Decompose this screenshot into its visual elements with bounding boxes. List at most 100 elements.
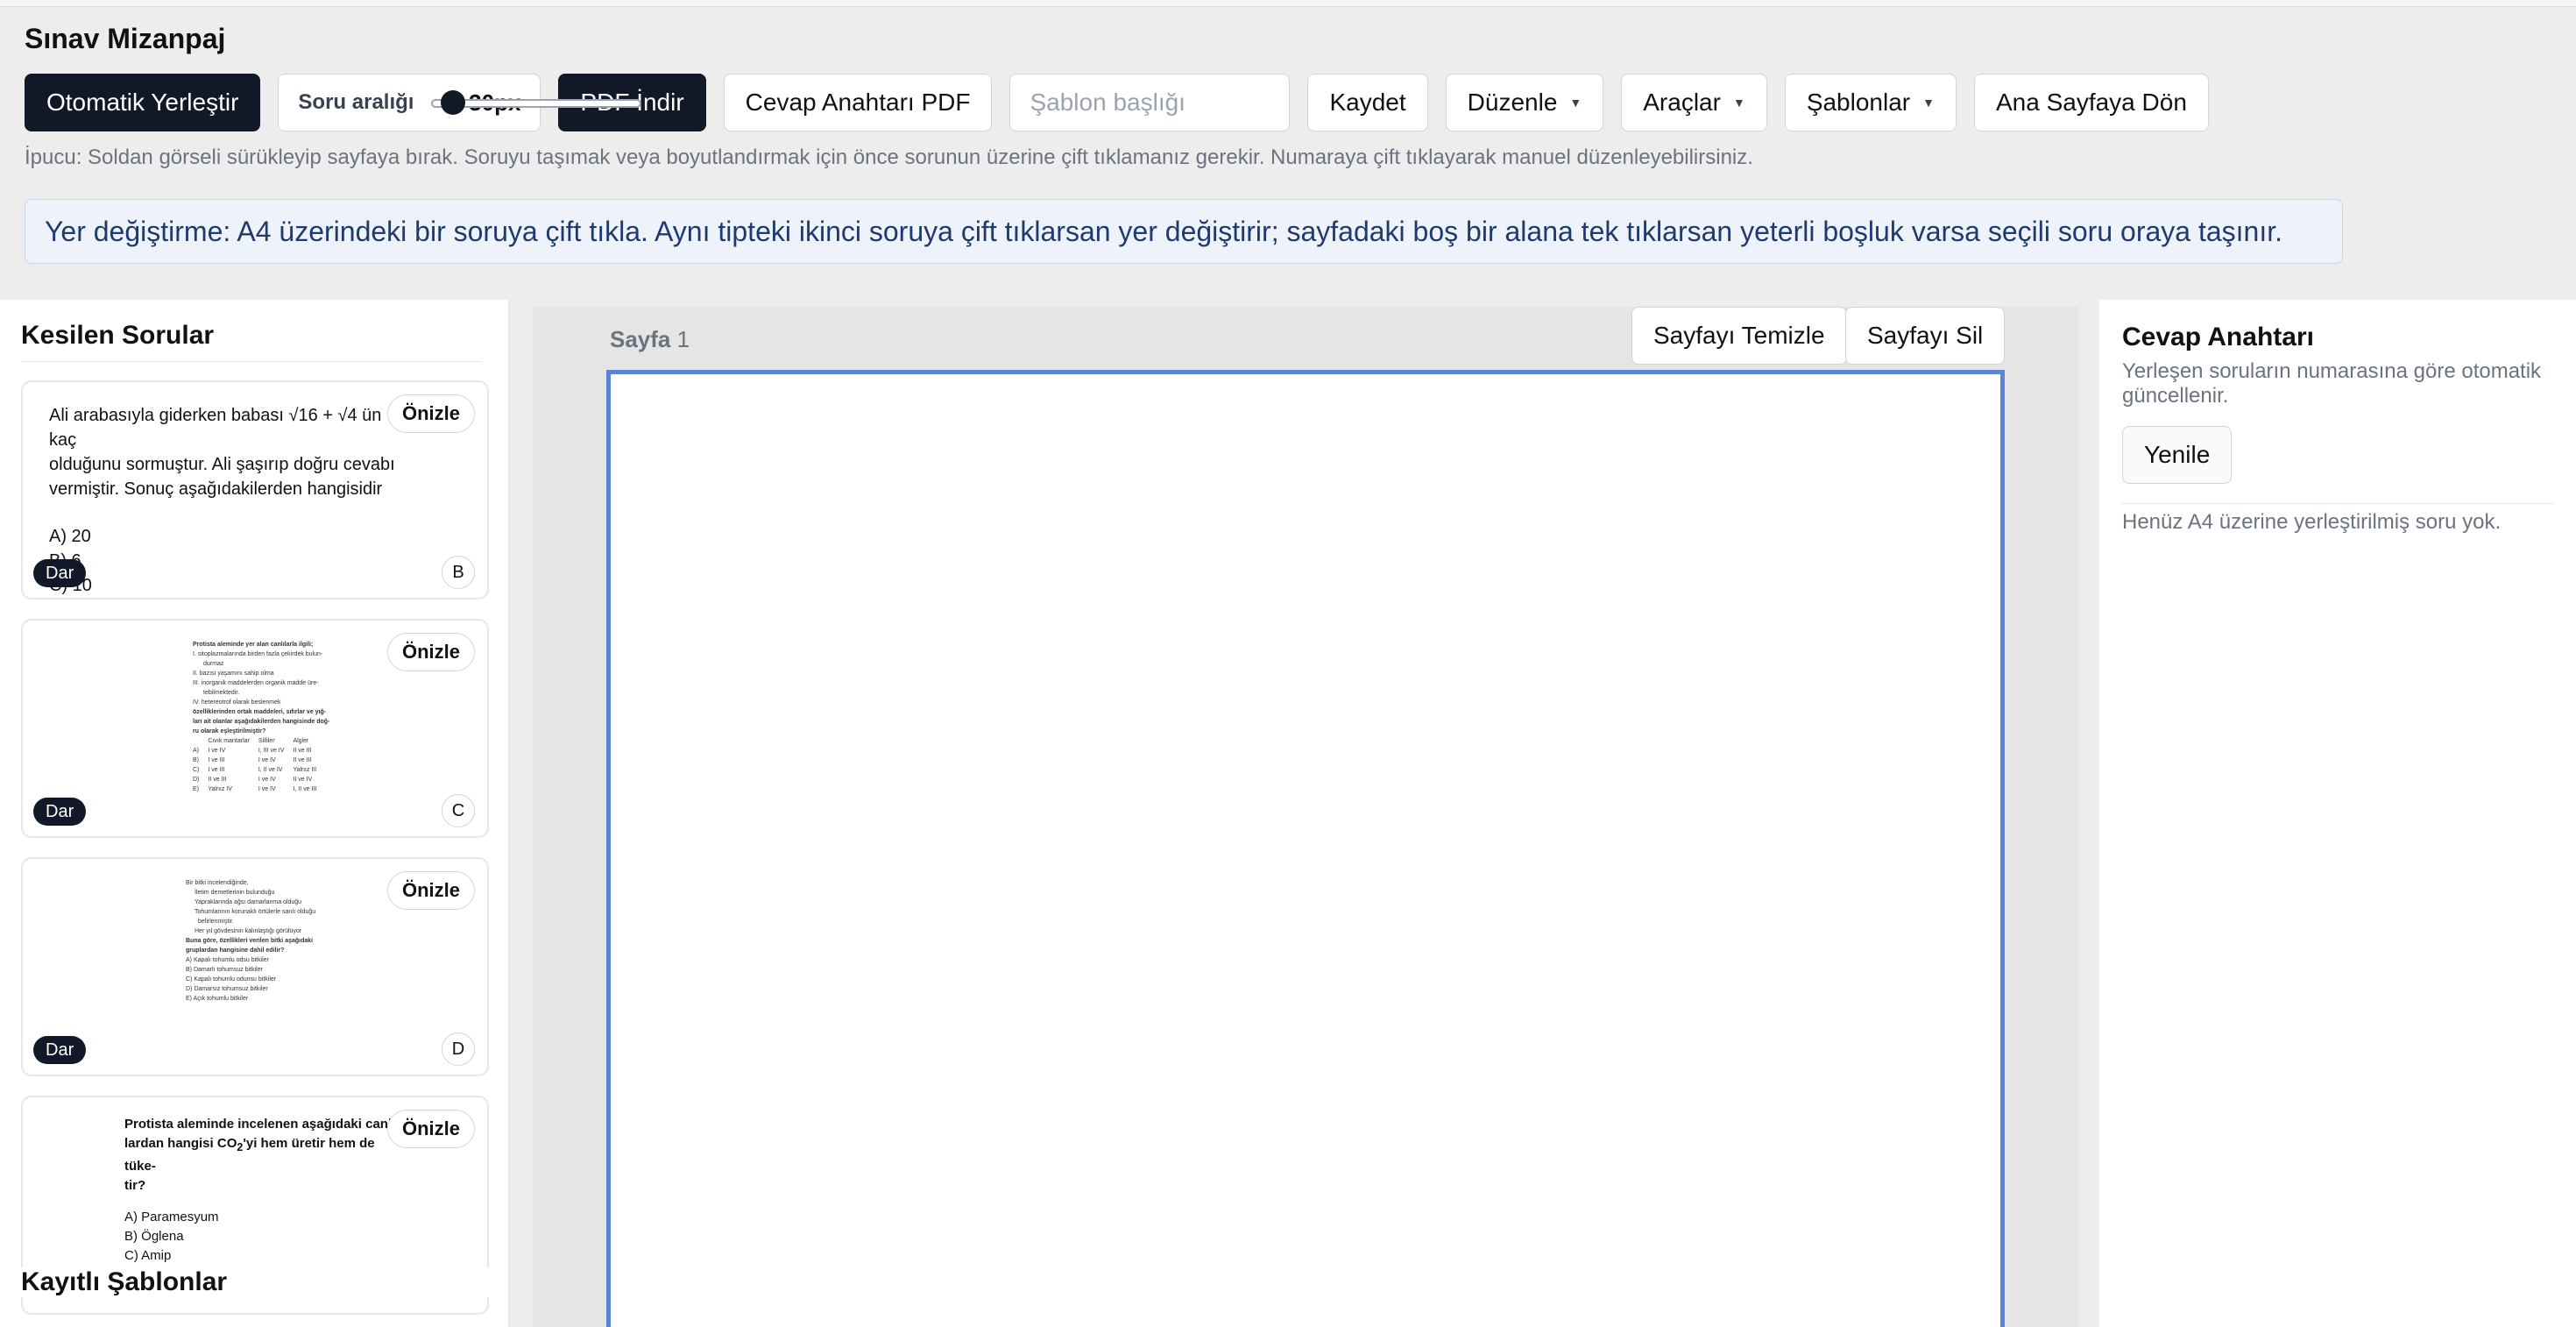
question-line: III. inorganik maddelerden organik madde… — [193, 680, 319, 686]
auto-place-button[interactable]: Otomatik Yerleştir — [25, 74, 261, 131]
table-cell: I ve IV — [208, 748, 226, 754]
option-c: C) Amip — [124, 1248, 172, 1263]
template-title-input[interactable] — [1009, 74, 1291, 131]
option-c: C) Kapalı tohumlu odunsu bitkiler — [186, 976, 277, 983]
table-cell: II ve III — [293, 748, 312, 754]
question-line: Bir bitki incelendiğinde, — [186, 880, 249, 886]
question-card[interactable]: Ali arabasıyla giderken babası √16 + √4 … — [21, 380, 489, 600]
preview-button[interactable]: Önizle — [386, 1110, 475, 1148]
swap-notice: Yer değiştirme: A4 üzerindeki bir soruya… — [25, 199, 2343, 264]
width-tag: Dar — [33, 1036, 87, 1064]
table-cell: I ve III — [208, 767, 225, 773]
table-row: E) Yalnız IV I ve IV I, II ve III — [193, 784, 325, 794]
option-d: D) Damarsız tohumsuz bitkiler — [186, 986, 268, 992]
page-label: Sayfa 1 — [610, 326, 690, 353]
table-cell: E) — [193, 786, 199, 792]
question-line: özelliklerinden ortak maddeleri, sıfırla… — [193, 709, 327, 715]
width-tag: Dar — [33, 798, 87, 826]
question-line: gruplardan hangisine dahil edilir? — [186, 947, 285, 954]
page-label-text: Sayfa — [610, 326, 671, 352]
home-button[interactable]: Ana Sayfaya Dön — [1973, 74, 2209, 131]
table-cell: Yalnız III — [293, 767, 317, 773]
question-text: Ali arabasıyla giderken babası √16 + √4 … — [49, 403, 400, 598]
tools-menu-label: Araçlar — [1643, 89, 1721, 116]
table-header: Silliler — [258, 738, 275, 744]
answer-key-pdf-button[interactable]: Cevap Anahtarı PDF — [723, 74, 993, 131]
question-line: vermiştir. Sonuç aşağıdakilerden hangisi… — [49, 479, 383, 499]
panel-title: Kesilen Sorular — [21, 321, 215, 350]
table-cell: I, III ve IV — [258, 748, 285, 754]
cut-questions-panel: Kesilen Sorular Ali arabasıyla giderken … — [0, 300, 510, 1327]
refresh-button[interactable]: Yenile — [2122, 426, 2233, 484]
tip-text: İpucu: Soldan görseli sürükleyip sayfaya… — [25, 145, 1753, 169]
table-cell: D) — [193, 777, 200, 783]
question-line: Buna göre, özellikleri verilen bitki aşa… — [186, 938, 314, 944]
option-b: B) 6 — [49, 549, 400, 573]
table-cell: I ve III — [208, 757, 225, 763]
question-line: Yapraklarında ağsı damarlanma olduğu — [195, 899, 302, 905]
delete-page-button[interactable]: Sayfayı Sil — [1845, 307, 2006, 365]
chevron-down-icon: ▼ — [1569, 96, 1582, 110]
option-a: A) Paramesyum — [124, 1210, 219, 1224]
table-cell: I ve IV — [258, 777, 276, 783]
question-line: İletim demetlerinin bulunduğu — [195, 890, 275, 896]
answer-badge[interactable]: D — [442, 1033, 475, 1066]
table-row: C) I ve III I, II ve IV Yalnız III — [193, 765, 325, 775]
question-line: durmaz — [203, 661, 224, 667]
question-card[interactable]: Protista aleminde yer alan canlılarla il… — [21, 619, 489, 838]
table-row: B) I ve III I ve IV II ve III — [193, 756, 325, 765]
question-line: olduğunu sormuştur. Ali şaşırıp doğru ce… — [49, 455, 395, 474]
question-line: II. bazısı yaşamını sahip olma — [193, 671, 274, 677]
templates-menu-button[interactable]: Şablonlar ▼ — [1784, 74, 1957, 131]
option-c: C) 10 — [49, 576, 92, 595]
preview-button[interactable]: Önizle — [386, 394, 475, 433]
spacing-slider[interactable] — [431, 90, 642, 115]
question-card[interactable]: Bir bitki incelendiğinde, İletim demetle… — [21, 857, 489, 1076]
answer-key-description: Yerleşen soruların numarasına göre otoma… — [2122, 359, 2542, 408]
answer-badge[interactable]: B — [442, 556, 475, 589]
empty-state-text: Henüz A4 üzerine yerleştirilmiş soru yok… — [2122, 510, 2502, 534]
edit-menu-label: Düzenle — [1467, 89, 1558, 116]
chevron-down-icon: ▼ — [1922, 96, 1935, 110]
chevron-down-icon: ▼ — [1732, 96, 1745, 110]
options-table: Cıvık mantarlar Silliler Algler A) I ve … — [193, 736, 325, 794]
templates-menu-label: Şablonlar — [1806, 89, 1911, 116]
table-cell: B) — [193, 757, 199, 763]
answer-key-panel: Cevap Anahtarı Yerleşen soruların numara… — [2099, 300, 2576, 1327]
toolbar: Otomatik Yerleştir Soru aralığı 30px PDF… — [25, 74, 2226, 131]
table-cell: I, II ve IV — [258, 767, 283, 773]
question-fragment: lardan hangisi CO — [124, 1136, 237, 1151]
preview-button[interactable]: Önizle — [386, 871, 475, 910]
option-b: B) Damarlı tohumsuz bitkiler — [186, 967, 263, 973]
tools-menu-button[interactable]: Araçlar ▼ — [1621, 74, 1767, 131]
saved-templates-title: Kayıtlı Şablonlar — [21, 1267, 494, 1297]
save-button[interactable]: Kaydet — [1307, 74, 1428, 131]
question-line: ru olarak eşleştirilmiştir? — [193, 728, 266, 734]
window-top-edge — [0, 0, 2576, 7]
table-cell: C) — [193, 767, 200, 773]
answer-badge[interactable]: C — [442, 794, 475, 827]
edit-menu-button[interactable]: Düzenle ▼ — [1445, 74, 1604, 131]
question-line: Protista aleminde incelenen aşağıdaki ca… — [124, 1117, 400, 1132]
question-line: IV. hetereotrof olarak beslenmek — [193, 699, 281, 706]
question-line: tebilmektedir. — [203, 690, 240, 696]
question-line: lardan hangisi CO2'yi hem üretir hem de … — [124, 1134, 405, 1176]
question-image: Protista aleminde yer alan canlılarla il… — [193, 640, 350, 794]
question-image: Bir bitki incelendiğinde, İletim demetle… — [186, 878, 361, 1004]
table-cell: II ve III — [293, 757, 312, 763]
a4-page[interactable] — [606, 370, 2005, 1327]
table-cell: II ve IV — [293, 777, 313, 783]
slider-thumb[interactable] — [441, 90, 466, 115]
table-cell: I ve IV — [258, 757, 276, 763]
table-cell: II ve III — [208, 777, 227, 783]
divider — [21, 361, 480, 362]
question-image: Protista aleminde incelenen aşağıdaki ca… — [124, 1115, 405, 1266]
question-line: belirlenmiştir. — [198, 919, 234, 925]
clear-page-button[interactable]: Sayfayı Temizle — [1631, 307, 1847, 365]
table-row: D) II ve III I ve IV II ve IV — [193, 775, 325, 784]
preview-button[interactable]: Önizle — [386, 633, 475, 671]
question-line: I. sitoplazmalarında birden fazla çekird… — [193, 651, 323, 657]
width-tag: Dar — [33, 559, 87, 587]
option-e: E) Açık tohumlu bitkiler — [186, 996, 249, 1002]
option-b: B) Öglena — [124, 1229, 184, 1244]
